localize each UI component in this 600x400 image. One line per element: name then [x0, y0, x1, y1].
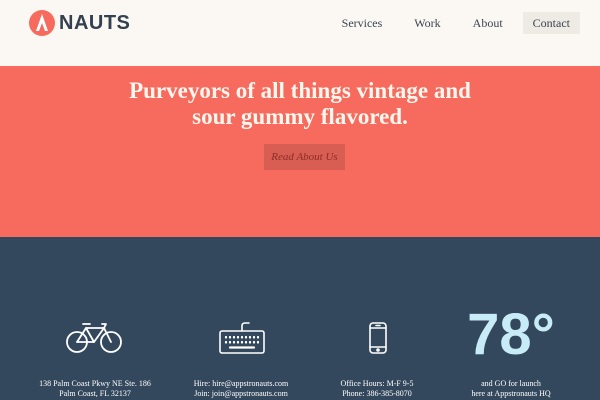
weather-column: 78° and GO for launch here at Appstronau…	[436, 237, 586, 400]
address-line-1: 138 Palm Coast Pkwy NE Ste. 186	[39, 379, 151, 388]
keyboard-icon	[219, 322, 265, 354]
weather-line-2: here at Appstronauts HQ	[471, 389, 551, 398]
address-text: 138 Palm Coast Pkwy NE Ste. 186 Palm Coa…	[20, 379, 170, 399]
phone-icon	[369, 322, 387, 354]
address-line-2: Palm Coast, FL 32137	[59, 389, 131, 398]
join-email-link[interactable]: Join: join@appstronauts.com	[166, 389, 316, 399]
brand-name: NAUTS	[59, 11, 131, 34]
hire-email-link[interactable]: Hire: hire@appstronauts.com	[166, 379, 316, 389]
temperature-readout: 78°	[467, 302, 555, 367]
phone-number[interactable]: Phone: 386-385-8070	[302, 389, 452, 399]
site-header: NAUTS Services Work About Contact	[0, 0, 600, 66]
nav-item-work[interactable]: Work	[398, 12, 456, 34]
office-column: Office Hours: M-F 9-5 Phone: 386-385-807…	[302, 237, 452, 400]
info-footer: 138 Palm Coast Pkwy NE Ste. 186 Palm Coa…	[0, 237, 600, 400]
nav-item-services[interactable]: Services	[326, 12, 399, 34]
bicycle-icon	[66, 323, 122, 353]
contact-text: Hire: hire@appstronauts.com Join: join@a…	[166, 379, 316, 399]
main-nav: Services Work About Contact	[326, 12, 580, 34]
weather-line-1: and GO for launch	[481, 379, 541, 388]
hero-headline-line-2: sour gummy flavored.	[192, 104, 408, 129]
rocket-logo-icon	[29, 10, 55, 36]
office-text: Office Hours: M-F 9-5 Phone: 386-385-807…	[302, 379, 452, 399]
hero-headline: Purveyors of all things vintage and sour…	[0, 78, 600, 130]
hero-banner: Purveyors of all things vintage and sour…	[0, 66, 600, 237]
read-about-us-button[interactable]: Read About Us	[264, 144, 345, 170]
hero-headline-line-1: Purveyors of all things vintage and	[129, 78, 471, 103]
logo[interactable]: NAUTS	[29, 10, 130, 36]
contact-column: Hire: hire@appstronauts.com Join: join@a…	[166, 237, 316, 400]
nav-item-contact[interactable]: Contact	[522, 12, 580, 34]
office-hours: Office Hours: M-F 9-5	[340, 379, 414, 388]
nav-item-about[interactable]: About	[457, 12, 519, 34]
address-column: 138 Palm Coast Pkwy NE Ste. 186 Palm Coa…	[20, 237, 170, 400]
weather-text: and GO for launch here at Appstronauts H…	[436, 379, 586, 399]
